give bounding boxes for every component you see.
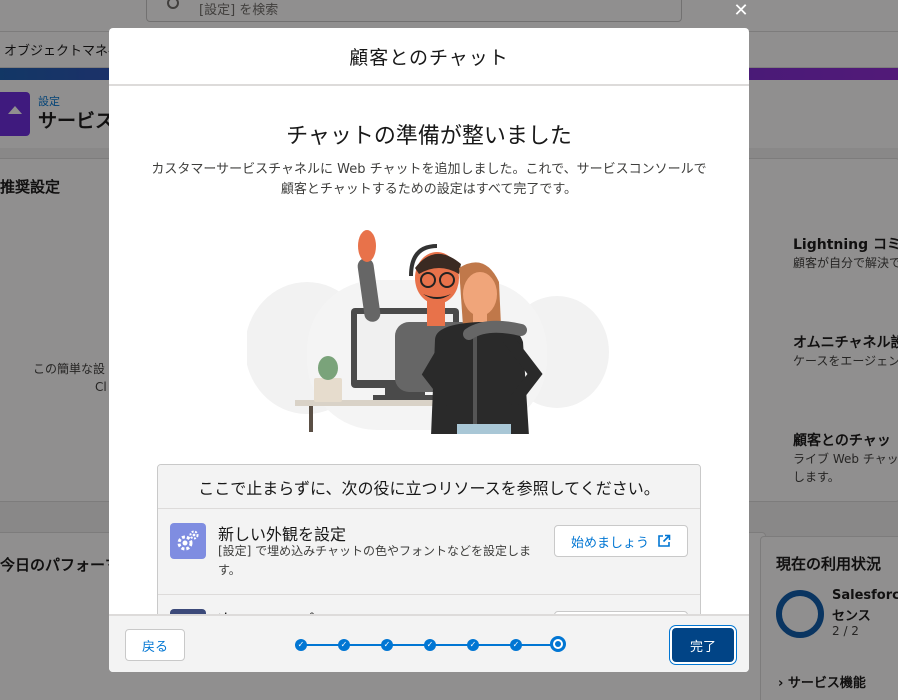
modal-body: チャットの準備が整いました カスタマーサービスチャネルに Web チャットを追加… (109, 88, 749, 616)
progress-step-complete[interactable]: ✓ (338, 639, 350, 651)
close-icon[interactable]: ✕ (730, 0, 752, 22)
modal-description: カスタマーサービスチャネルに Web チャットを追加しました。これで、サービスコ… (151, 162, 707, 197)
modal-footer: 戻る ✓ ✓ ✓ ✓ ✓ ✓ 完了 (109, 614, 749, 672)
progress-step-complete[interactable]: ✓ (295, 639, 307, 651)
resources-panel: ここで止まらずに、次の役に立つリソースを参照してください。 新しい外観を設定 [… (157, 464, 701, 616)
resource-description: [設定] で埋め込みチャットの色やフォントなどを設定します。 (218, 544, 532, 577)
progress-step-complete[interactable]: ✓ (424, 639, 436, 651)
chat-setup-modal: 顧客とのチャット チャットの準備が整いました カスタマーサービスチャネルに We… (109, 28, 749, 672)
progress-step-current[interactable] (550, 636, 566, 652)
resources-heading: ここで止まらずに、次の役に立つリソースを参照してください。 (158, 465, 700, 509)
back-button[interactable]: 戻る (125, 629, 185, 661)
get-started-button[interactable]: 始めましょう (554, 525, 688, 557)
done-button[interactable]: 完了 (672, 628, 734, 662)
resource-item: 新しい外観を設定 [設定] で埋め込みチャットの色やフォントなどを設定します。 … (158, 509, 700, 595)
agent-illustration (247, 230, 609, 434)
external-link-icon (658, 534, 671, 547)
progress-step-complete[interactable]: ✓ (510, 639, 522, 651)
gears-icon (170, 523, 206, 559)
modal-title: チャットの準備が整いました (286, 124, 572, 149)
resource-item: 次のステップ (158, 595, 700, 616)
progress-step-complete[interactable]: ✓ (381, 639, 393, 651)
progress-step-complete[interactable]: ✓ (467, 639, 479, 651)
modal-header: 顧客とのチャット (109, 28, 749, 86)
progress-indicator: ✓ ✓ ✓ ✓ ✓ ✓ (295, 636, 567, 654)
